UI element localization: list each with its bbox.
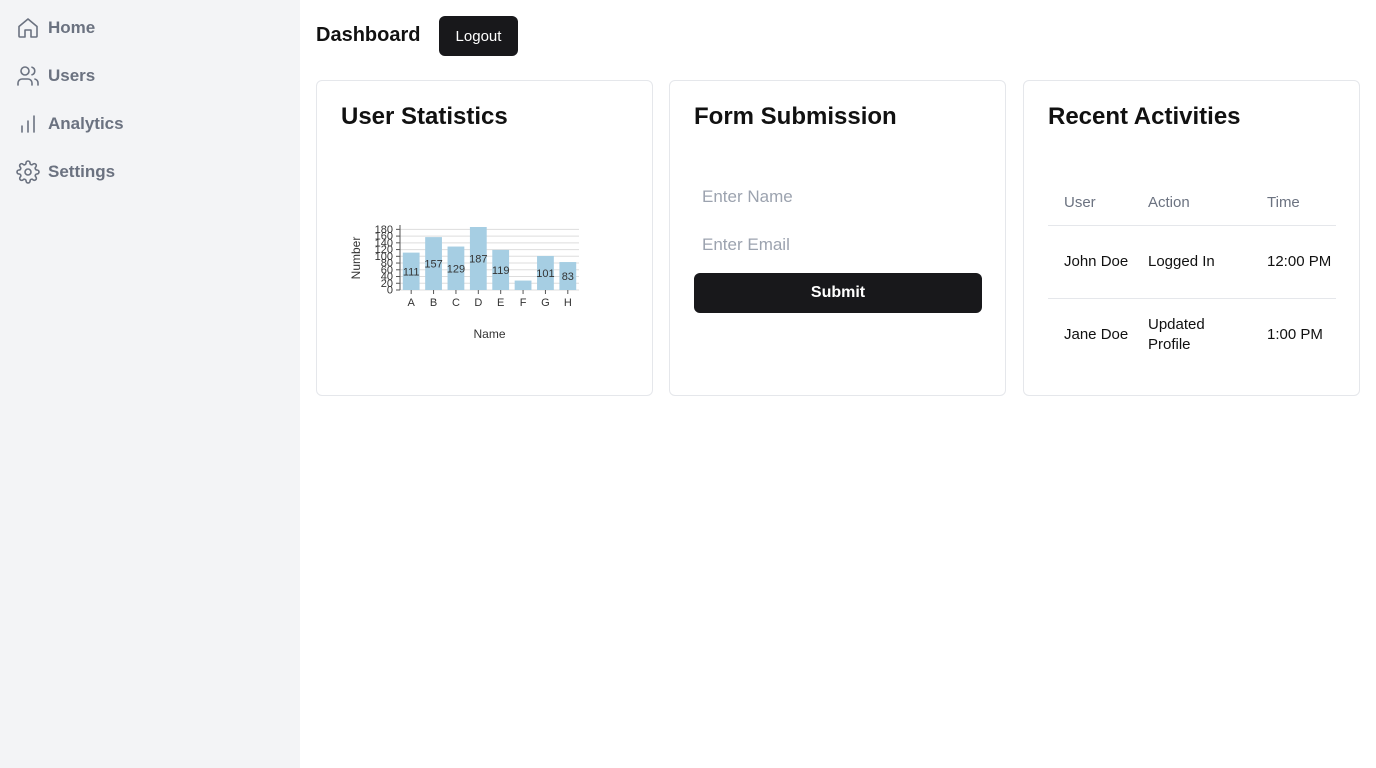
cell-user: Jane Doe <box>1064 325 1129 343</box>
y-axis-label: Number <box>349 237 363 280</box>
x-tick-label: F <box>520 297 527 309</box>
form-submission-card: Form Submission Submit <box>669 80 1006 396</box>
sidebar-item-label: Settings <box>48 162 116 181</box>
cell-action: Logged In <box>1132 225 1251 299</box>
sidebar-item-analytics[interactable]: Analytics <box>16 112 124 136</box>
column-header-action: Action <box>1132 181 1251 226</box>
submit-button[interactable]: Submit <box>694 273 982 313</box>
bar-data-label: 101 <box>536 268 554 280</box>
x-tick-label: B <box>430 297 437 309</box>
name-input[interactable] <box>694 177 982 217</box>
x-tick-label: D <box>474 297 482 309</box>
user-statistics-card: User Statistics 0 20 40 60 80 100 120 140 160 180… <box>316 80 653 396</box>
chart-bar <box>514 280 532 290</box>
home-icon <box>18 18 38 38</box>
x-tick-label: H <box>564 297 572 309</box>
x-tick-label: E <box>497 297 504 309</box>
bar-data-label: 111 <box>403 266 420 278</box>
x-tick-label: A <box>408 297 416 309</box>
table-header-row: User Action Time <box>1048 181 1336 226</box>
cell-time: 1:00 PM <box>1267 325 1323 343</box>
activity-table: User Action Time John Doe Logged In 12:0… <box>1048 181 1336 371</box>
bar-chart-icon <box>21 115 35 133</box>
cell-time: 12:00 PM <box>1251 225 1336 299</box>
table-row: John Doe Logged In 12:00 PM <box>1048 225 1336 299</box>
recent-activities-card: Recent Activities User Action Time John … <box>1023 80 1360 396</box>
x-tick-label: G <box>541 297 550 309</box>
bar-data-label: 83 <box>562 271 574 283</box>
x-tick-label: C <box>452 297 460 309</box>
users-icon <box>17 66 39 86</box>
bar-data-label: 119 <box>492 265 510 277</box>
sidebar-item-settings[interactable]: Settings <box>16 160 115 184</box>
bar-data-label: 129 <box>447 263 465 275</box>
sidebar-item-label: Users <box>48 66 96 85</box>
gear-icon <box>16 160 40 184</box>
card-title: Recent Activities <box>1048 103 1241 130</box>
sidebar: Home Users Analytics Settings <box>0 0 300 768</box>
bar-data-label: 187 <box>469 254 487 266</box>
card-title: Form Submission <box>694 103 897 130</box>
logout-button[interactable]: Logout <box>439 16 518 56</box>
column-header-time: Time <box>1251 181 1336 226</box>
bar-data-label: 157 <box>424 259 442 271</box>
x-axis-label: Name <box>473 327 505 341</box>
sidebar-item-users[interactable]: Users <box>16 64 95 88</box>
sidebar-item-label: Home <box>48 18 96 37</box>
page-title: Dashboard <box>316 24 421 46</box>
user-statistics-chart: 020406080100120140160180111A157B129C187D… <box>349 224 579 341</box>
cell-action: Updated Profile <box>1148 315 1205 353</box>
column-header-user: User <box>1048 181 1132 226</box>
email-input[interactable] <box>694 225 982 265</box>
sidebar-item-home[interactable]: Home <box>16 16 95 40</box>
main-content: Dashboard Logout User Statistics 0 20 40 60… <box>300 0 1376 768</box>
table-row: Jane Doe Updated Profile 1:00 PM <box>1048 298 1336 371</box>
cell-user: John Doe <box>1048 225 1132 299</box>
sidebar-item-label: Analytics <box>48 114 124 133</box>
y-tick-label: 180 <box>375 224 393 236</box>
